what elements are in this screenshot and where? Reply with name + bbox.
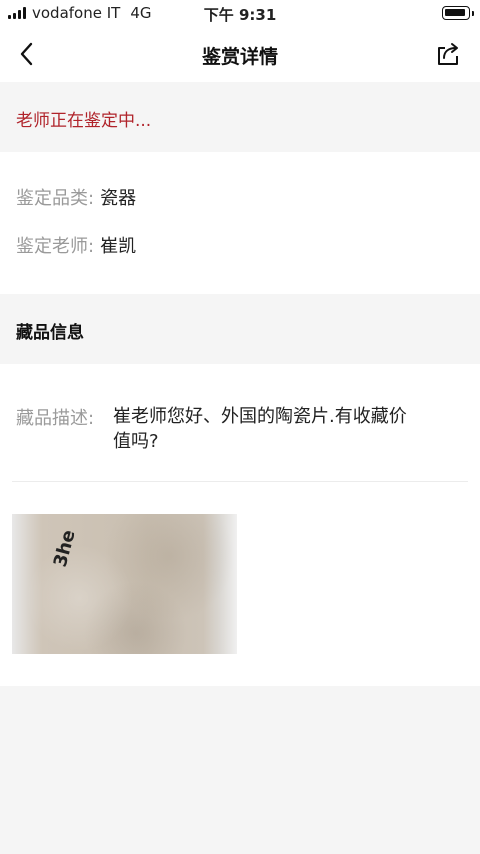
share-button[interactable] <box>434 40 462 68</box>
description-label: 藏品描述: <box>16 408 95 429</box>
collection-description-card: 藏品描述: 崔老师您好、外国的陶瓷片.有收藏价值吗? 3he <box>0 364 480 686</box>
appraisal-status-card: 老师正在鉴定中... <box>0 82 480 152</box>
status-bar: vodafone IT 4G 下午 9:31 <box>0 0 480 26</box>
teacher-row: 鉴定老师: 崔凯 <box>16 232 136 258</box>
appraisal-info-card: 鉴定品类: 瓷器 鉴定老师: 崔凯 <box>0 152 480 294</box>
nav-bar: 鉴赏详情 <box>0 26 480 82</box>
photo-texture <box>12 514 237 654</box>
collection-section-header: 藏品信息 <box>0 294 480 364</box>
category-row: 鉴定品类: 瓷器 <box>16 184 136 210</box>
divider <box>12 481 468 482</box>
category-label: 鉴定品类: <box>16 188 95 209</box>
appraisal-status-text: 老师正在鉴定中... <box>16 111 152 131</box>
page-title: 鉴赏详情 <box>201 46 278 68</box>
share-icon <box>438 43 458 65</box>
description-text: 崔老师您好、外国的陶瓷片.有收藏价值吗? <box>113 406 407 452</box>
battery-icon <box>442 6 474 20</box>
category-value: 瓷器 <box>100 188 137 209</box>
collection-photo[interactable]: 3he <box>12 514 237 654</box>
teacher-value: 崔凯 <box>100 236 137 257</box>
teacher-label: 鉴定老师: <box>16 236 95 257</box>
section-title: 藏品信息 <box>16 323 84 343</box>
status-time: 下午 9:31 <box>203 6 277 24</box>
